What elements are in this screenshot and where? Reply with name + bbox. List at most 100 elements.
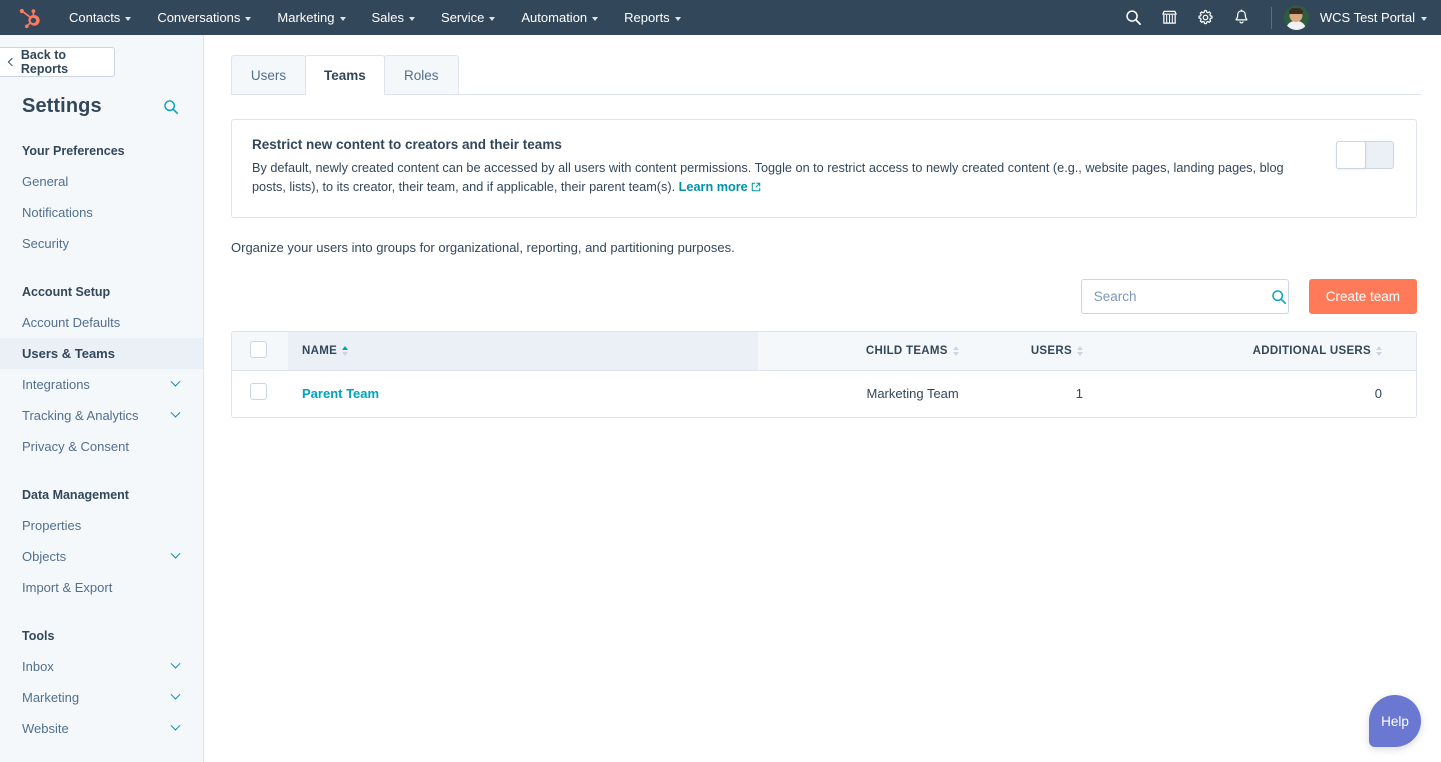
sidebar-item-privacy-and-consent[interactable]: Privacy & Consent — [0, 431, 203, 462]
sidebar-item-import-and-export[interactable]: Import & Export — [0, 572, 203, 603]
row-select-cell — [232, 370, 288, 416]
cell-child-teams: Marketing Team — [758, 370, 959, 416]
cell-users-count: 1 — [959, 370, 1083, 416]
settings-header: Settings — [0, 77, 203, 118]
chevron-down-icon — [171, 690, 181, 700]
main-content: Users Teams Roles Restrict new content t… — [205, 35, 1441, 762]
notifications-bell-icon[interactable] — [1225, 0, 1259, 35]
external-link-icon — [751, 179, 761, 198]
hubspot-sprocket-logo[interactable] — [16, 4, 44, 32]
column-header-select-all — [232, 332, 288, 370]
search-teams-box[interactable] — [1081, 279, 1289, 314]
nav-item-label: Service — [441, 10, 484, 25]
table-row[interactable]: Parent Team Marketing Team 1 0 — [232, 370, 1416, 416]
organize-description: Organize your users into groups for orga… — [231, 240, 1441, 255]
team-name-link[interactable]: Parent Team — [302, 386, 379, 401]
sidebar-group-your-preferences: Your Preferences — [0, 144, 203, 158]
nav-item-sales[interactable]: Sales — [359, 0, 429, 35]
tab-label: Roles — [404, 68, 439, 83]
nav-item-label: Contacts — [69, 10, 120, 25]
column-header-child-teams[interactable]: CHILD TEAMS — [758, 332, 959, 370]
tab-users[interactable]: Users — [231, 55, 306, 95]
column-header-users[interactable]: USERS — [959, 332, 1083, 370]
back-to-reports-button[interactable]: Back to Reports — [0, 47, 115, 77]
restrict-content-description-text: By default, newly created content can be… — [252, 161, 1284, 194]
learn-more-link[interactable]: Learn more — [679, 180, 761, 194]
column-header-additional-users[interactable]: ADDITIONAL USERS — [1083, 332, 1416, 370]
sort-descending-icon — [953, 352, 959, 356]
nav-item-conversations[interactable]: Conversations — [144, 0, 264, 35]
sort-arrows-icon[interactable] — [342, 346, 348, 356]
sidebar-item-label: Import & Export — [22, 580, 112, 595]
restrict-content-description: By default, newly created content can be… — [252, 159, 1310, 198]
nav-divider — [1271, 7, 1272, 29]
column-header-label: ADDITIONAL USERS — [1253, 345, 1371, 357]
sidebar-item-label: Marketing — [22, 690, 79, 705]
sort-arrows-icon[interactable] — [1077, 346, 1083, 356]
teams-table-body: Parent Team Marketing Team 1 0 — [232, 370, 1416, 416]
search-input[interactable] — [1094, 289, 1271, 304]
sidebar-item-label: Objects — [22, 549, 66, 564]
column-header-name[interactable]: NAME — [288, 332, 758, 370]
sort-arrows-icon[interactable] — [953, 346, 959, 356]
sidebar-group-account-setup: Account Setup — [0, 285, 203, 299]
search-icon[interactable] — [1117, 0, 1151, 35]
avatar[interactable] — [1284, 5, 1309, 30]
nav-item-reports[interactable]: Reports — [611, 0, 694, 35]
sidebar-item-inbox[interactable]: Inbox — [0, 651, 203, 682]
teams-toolbar: Create team — [231, 279, 1417, 314]
marketplace-icon[interactable] — [1153, 0, 1187, 35]
sidebar-item-label: Users & Teams — [22, 346, 115, 361]
chevron-down-icon — [340, 17, 346, 21]
sidebar-item-marketing[interactable]: Marketing — [0, 682, 203, 713]
sort-descending-icon — [342, 352, 348, 356]
avatar-body — [1286, 21, 1306, 30]
learn-more-label: Learn more — [679, 180, 748, 194]
restrict-content-text: Restrict new content to creators and the… — [252, 137, 1336, 198]
sidebar-group-data-management: Data Management — [0, 488, 203, 502]
page-title: Settings — [22, 95, 102, 118]
sidebar-item-general[interactable]: General — [0, 166, 203, 197]
portal-account-menu[interactable]: WCS Test Portal — [1320, 10, 1427, 25]
tab-roles[interactable]: Roles — [384, 55, 459, 95]
portal-name-label: WCS Test Portal — [1320, 10, 1415, 25]
create-team-button[interactable]: Create team — [1309, 279, 1417, 314]
nav-item-contacts[interactable]: Contacts — [56, 0, 144, 35]
column-header-label: NAME — [302, 345, 337, 357]
tab-teams[interactable]: Teams — [305, 55, 385, 95]
sidebar-item-properties[interactable]: Properties — [0, 510, 203, 541]
chevron-left-icon — [8, 58, 16, 66]
sidebar-item-users-and-teams[interactable]: Users & Teams — [0, 338, 203, 369]
sidebar-item-integrations[interactable]: Integrations — [0, 369, 203, 400]
sidebar-item-notifications[interactable]: Notifications — [0, 197, 203, 228]
tab-bar: Users Teams Roles — [231, 55, 1441, 95]
top-navigation-bar: Contacts Conversations Marketing Sales S… — [0, 0, 1441, 35]
restrict-content-card: Restrict new content to creators and the… — [231, 119, 1417, 218]
settings-sidebar: Back to Reports Settings Your Preference… — [0, 35, 204, 762]
nav-item-service[interactable]: Service — [428, 0, 508, 35]
sidebar-item-tracking-and-analytics[interactable]: Tracking & Analytics — [0, 400, 203, 431]
select-all-checkbox[interactable] — [250, 341, 267, 358]
sidebar-item-website[interactable]: Website — [0, 713, 203, 744]
sidebar-item-security[interactable]: Security — [0, 228, 203, 259]
row-checkbox[interactable] — [250, 383, 267, 400]
sidebar-item-label: Properties — [22, 518, 81, 533]
sidebar-item-objects[interactable]: Objects — [0, 541, 203, 572]
sidebar-group-tools: Tools — [0, 629, 203, 643]
search-icon[interactable] — [1271, 289, 1287, 305]
cell-team-name: Parent Team — [288, 370, 758, 416]
sort-arrows-icon[interactable] — [1376, 346, 1382, 356]
restrict-content-toggle[interactable] — [1336, 141, 1394, 169]
nav-item-marketing[interactable]: Marketing — [264, 0, 358, 35]
chevron-down-icon — [171, 549, 181, 559]
sort-ascending-icon — [953, 346, 959, 350]
search-icon[interactable] — [163, 99, 179, 115]
sort-descending-icon — [1376, 352, 1382, 356]
avatar-hair — [1289, 8, 1303, 14]
nav-item-automation[interactable]: Automation — [508, 0, 611, 35]
settings-gear-icon[interactable] — [1189, 0, 1223, 35]
help-button[interactable]: Help — [1369, 695, 1421, 747]
sidebar-item-account-defaults[interactable]: Account Defaults — [0, 307, 203, 338]
back-to-reports-label: Back to Reports — [21, 48, 114, 76]
nav-item-label: Conversations — [157, 10, 240, 25]
